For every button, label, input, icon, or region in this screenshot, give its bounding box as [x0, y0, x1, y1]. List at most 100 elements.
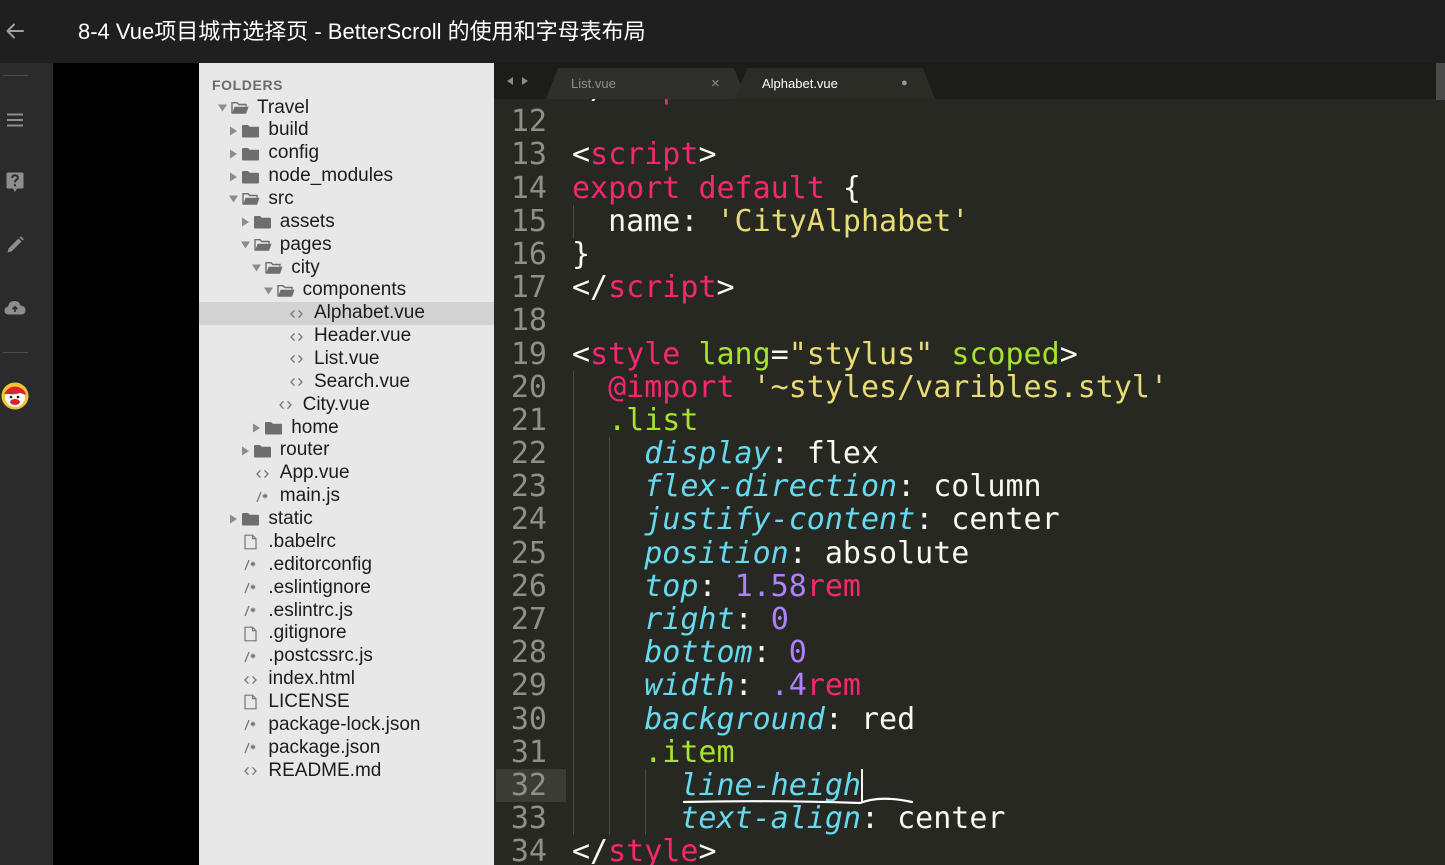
video-title: 8-4 Vue项目城市选择页 - BetterScroll 的使用和字母表布局: [78, 19, 646, 44]
file-row[interactable]: LICENSE: [199, 691, 494, 714]
code-line[interactable]: 13 <script>: [494, 138, 1445, 171]
arrow-left-icon[interactable]: [5, 22, 25, 40]
code-line[interactable]: 16}: [494, 238, 1445, 271]
file-row[interactable]: index.html: [199, 668, 494, 691]
file-row[interactable]: package.json: [199, 737, 494, 760]
disclosure-collapsed-icon[interactable]: [230, 514, 238, 524]
code-line[interactable]: 32 line-heigh: [494, 769, 1445, 802]
code-editor: List.vue × Alphabet.vue ● 11</template>1…: [494, 63, 1445, 865]
disclosure-expanded-icon[interactable]: [263, 287, 273, 295]
code-token: scoped: [951, 336, 1060, 372]
nav-forward-icon[interactable]: [522, 77, 528, 85]
disclosure-collapsed-icon[interactable]: [230, 126, 238, 136]
tree-item-label: Search.vue: [314, 370, 411, 392]
folder-open-icon: [265, 262, 283, 275]
disclosure-expanded-icon[interactable]: [252, 264, 262, 272]
code-line[interactable]: 34 </style>: [494, 835, 1445, 865]
folder-row[interactable]: build: [199, 119, 494, 142]
code-line[interactable]: 25 position: absolute: [494, 535, 1445, 571]
code-text: .list: [572, 404, 698, 437]
file-row[interactable]: .gitignore: [199, 622, 494, 645]
avatar[interactable]: [1, 382, 29, 410]
menu-icon[interactable]: [6, 113, 24, 127]
code-line[interactable]: 24 justify-content: center: [494, 503, 1445, 536]
code-token: :: [734, 668, 771, 704]
folder-row[interactable]: home: [199, 417, 494, 440]
code-line[interactable]: 28 bottom: 0: [494, 636, 1445, 669]
file-row[interactable]: App.vue: [199, 462, 494, 485]
code-line[interactable]: 26 top: 1.58rem: [494, 570, 1445, 603]
code-area[interactable]: 11</template>1213<script>14export defaul…: [494, 99, 1445, 865]
file-row[interactable]: package-lock.json: [199, 714, 494, 737]
code-text: bottom: 0: [572, 636, 807, 669]
file-row[interactable]: .eslintignore: [199, 577, 494, 600]
file-row[interactable]: List.vue: [199, 348, 494, 371]
code-line[interactable]: 19 <style lang="stylus" scoped>: [494, 336, 1445, 372]
line-number: 14: [510, 170, 547, 206]
code-line[interactable]: 20 @import '~styles/varibles.styl': [494, 370, 1445, 403]
folder-row[interactable]: config: [199, 142, 494, 165]
code-line[interactable]: 17 </script>: [494, 271, 1445, 304]
file-row[interactable]: Alphabet.vue: [199, 302, 494, 326]
file-row[interactable]: README.md: [199, 760, 494, 783]
folder-row[interactable]: assets: [199, 211, 494, 234]
file-row[interactable]: .babelrc: [199, 531, 494, 554]
tab-list-vue[interactable]: List.vue ×: [546, 68, 746, 99]
code-line[interactable]: 21 .list: [494, 404, 1445, 437]
folder-open-icon: [254, 239, 272, 252]
code-line[interactable]: 18: [494, 304, 1445, 337]
code-line[interactable]: 12: [494, 105, 1445, 138]
disclosure-collapsed-icon[interactable]: [230, 172, 238, 182]
code-line[interactable]: 30 background: red: [494, 702, 1445, 735]
file-row[interactable]: Search.vue: [199, 371, 494, 394]
disclosure-collapsed-icon[interactable]: [241, 446, 249, 456]
folder-row[interactable]: router: [199, 439, 494, 462]
help-icon[interactable]: [6, 172, 24, 193]
code-line[interactable]: 14 export default {: [494, 170, 1445, 206]
code-text: </style>: [572, 835, 717, 865]
file-row[interactable]: .postcssrc.js: [199, 645, 494, 668]
folder-row[interactable]: Travel: [199, 97, 494, 120]
file-row[interactable]: Header.vue: [199, 325, 494, 348]
unsaved-dot-icon[interactable]: ●: [901, 68, 908, 99]
tab-scroll-handle[interactable]: [1436, 63, 1445, 100]
code-line[interactable]: 29 width: .4rem: [494, 669, 1445, 702]
code-token: 0: [770, 602, 789, 637]
disclosure-collapsed-icon[interactable]: [253, 423, 261, 433]
code-line[interactable]: 22 display: flex: [494, 437, 1445, 470]
disclosure-collapsed-icon[interactable]: [241, 217, 249, 227]
nav-back-icon[interactable]: [507, 77, 513, 85]
file-row[interactable]: .eslintrc.js: [199, 600, 494, 623]
folder-row[interactable]: city: [199, 257, 494, 280]
folder-row[interactable]: pages: [199, 234, 494, 257]
file-row[interactable]: main.js: [199, 485, 494, 508]
code-line[interactable]: 31 .item: [494, 736, 1445, 769]
folder-row[interactable]: components: [199, 279, 494, 302]
code-line[interactable]: 33 text-align: center: [494, 802, 1445, 835]
folder-row[interactable]: node_modules: [199, 165, 494, 188]
disclosure-expanded-icon[interactable]: [240, 241, 250, 249]
code-token: : flex: [770, 436, 880, 472]
code-line[interactable]: 23 flex-direction: column: [494, 470, 1445, 503]
script-file-icon: [244, 719, 257, 731]
file-row[interactable]: City.vue: [199, 394, 494, 417]
file-row[interactable]: .editorconfig: [199, 554, 494, 577]
tree-item-label: config: [268, 142, 320, 164]
disclosure-expanded-icon[interactable]: [229, 195, 239, 203]
folder-row[interactable]: static: [199, 508, 494, 531]
disclosure-expanded-icon[interactable]: [218, 104, 227, 112]
tab-alphabet-vue[interactable]: Alphabet.vue ●: [735, 68, 935, 99]
markup-file-icon: [244, 766, 258, 776]
code-line[interactable]: 27 right: 0: [494, 603, 1445, 636]
code-line[interactable]: 15 name: 'CityAlphabet': [494, 205, 1445, 238]
disclosure-collapsed-icon[interactable]: [230, 149, 238, 159]
close-icon[interactable]: ×: [711, 68, 720, 99]
folder-row[interactable]: src: [199, 188, 494, 211]
code-text: export default {: [572, 171, 861, 206]
code-token: position: [644, 535, 789, 571]
cloud-icon[interactable]: [4, 299, 26, 315]
pencil-icon[interactable]: [6, 236, 24, 254]
